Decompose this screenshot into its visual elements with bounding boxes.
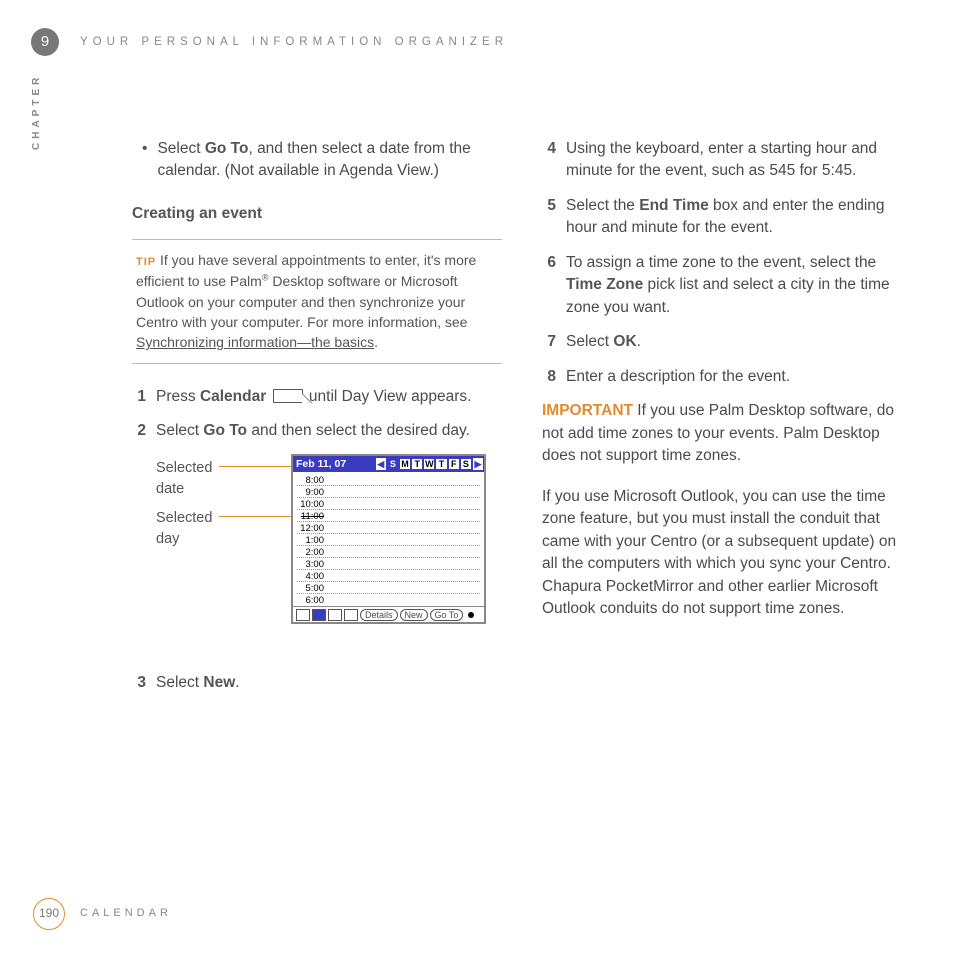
right-column: 4Using the keyboard, enter a starting ho… <box>542 138 912 707</box>
outlook-paragraph: If you use Microsoft Outlook, you can us… <box>542 486 912 621</box>
link-sync-basics[interactable]: Synchronizing information—the basics <box>136 334 374 350</box>
chapter-side-label: CHAPTER <box>30 74 45 150</box>
device-footer: Details New Go To <box>293 606 484 622</box>
menu-dot-icon[interactable] <box>468 612 474 618</box>
details-button[interactable]: Details <box>360 609 398 621</box>
step-4: 4Using the keyboard, enter a starting ho… <box>542 138 912 183</box>
view-week-icon[interactable] <box>328 609 342 621</box>
tip-label: TIP <box>136 256 156 268</box>
step-8: 8Enter a description for the event. <box>542 366 912 388</box>
device-header: Feb 11, 07 ◀ S M T W T F S ▶ <box>293 456 484 472</box>
important-note: IMPORTANT If you use Palm Desktop softwa… <box>542 400 912 467</box>
step-6: 6To assign a time zone to the event, sel… <box>542 252 912 319</box>
device-date: Feb 11, 07 <box>293 457 349 472</box>
device-day-picker[interactable]: S M T W T F S <box>387 458 472 470</box>
device-screenshot: Feb 11, 07 ◀ S M T W T F S ▶ 8:00 <box>291 454 486 624</box>
tip-box: TIP If you have several appointments to … <box>132 239 502 363</box>
goto-button[interactable]: Go To <box>430 609 464 621</box>
step-1: 1 Press Calendar until Day View appears. <box>132 386 502 408</box>
callout-selected-date: Selecteddate <box>156 458 212 500</box>
chapter-number-badge: 9 <box>31 28 59 56</box>
page-number: 190 <box>33 898 65 930</box>
next-week-icon[interactable]: ▶ <box>473 458 483 470</box>
device-callout-figure: Selecteddate Selectedday Feb 11, 07 ◀ S … <box>156 454 502 654</box>
prev-week-icon[interactable]: ◀ <box>376 458 386 470</box>
step-7: 7Select OK. <box>542 331 912 353</box>
view-day-icon[interactable] <box>312 609 326 621</box>
important-label: IMPORTANT <box>542 402 633 419</box>
step-3: 3 Select New. <box>132 672 502 694</box>
step-5: 5Select the End Time box and enter the e… <box>542 195 912 240</box>
step-2: 2 Select Go To and then select the desir… <box>132 420 502 442</box>
view-month-icon[interactable] <box>344 609 358 621</box>
view-agenda-icon[interactable] <box>296 609 310 621</box>
heading-creating-event: Creating an event <box>132 203 502 225</box>
calendar-key-icon <box>273 389 303 403</box>
bullet-goto: Select Go To, and then select a date fro… <box>132 138 502 183</box>
footer-section: Calendar <box>80 906 172 922</box>
new-button[interactable]: New <box>400 609 428 621</box>
callout-selected-day: Selectedday <box>156 508 212 550</box>
device-time-grid[interactable]: 8:00 9:00 10:00 11:00 12:00 1:00 2:00 3:… <box>293 472 484 606</box>
left-column: Select Go To, and then select a date fro… <box>132 138 502 707</box>
page-header-title: Your Personal Information Organizer <box>80 34 508 51</box>
